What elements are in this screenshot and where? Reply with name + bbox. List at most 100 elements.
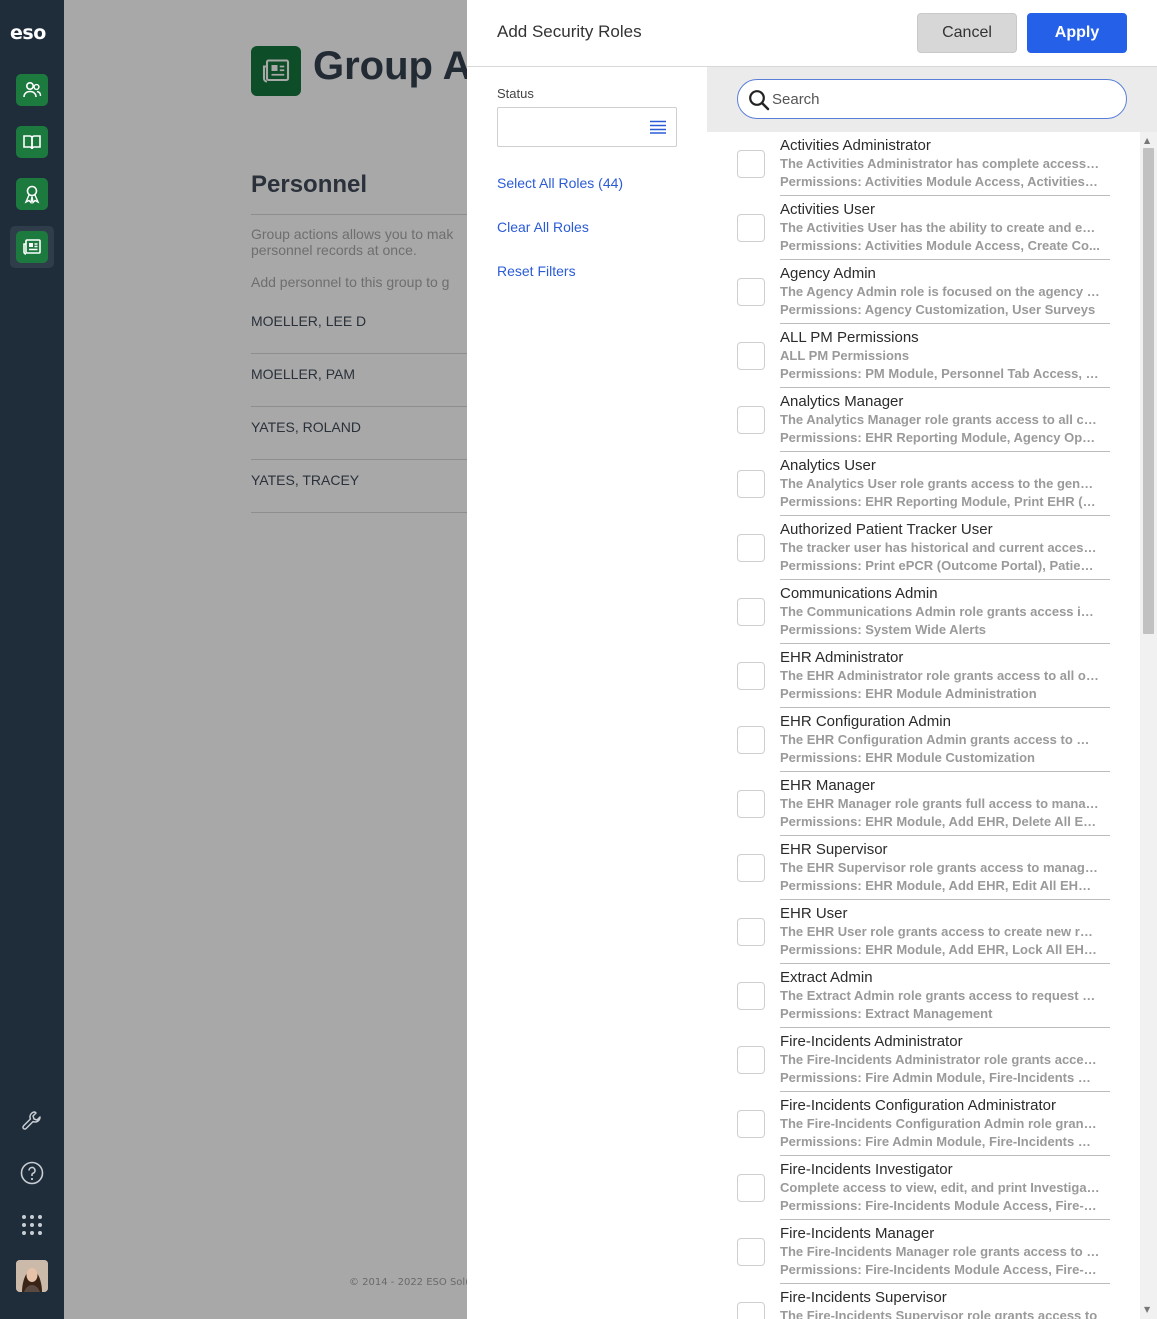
role-description: The Analytics User role grants access to…: [780, 476, 1100, 491]
role-checkbox[interactable]: [737, 726, 765, 754]
role-row[interactable]: Fire-Incidents Supervisor The Fire-Incide…: [707, 1284, 1140, 1319]
personnel-row[interactable]: MOELLER, PAM: [251, 354, 467, 407]
role-row[interactable]: Fire-Incidents Investigator Complete acce…: [707, 1156, 1140, 1220]
role-checkbox[interactable]: [737, 1302, 765, 1319]
role-row[interactable]: Analytics User The Analytics User role gr…: [707, 452, 1140, 516]
search-icon: [749, 90, 770, 111]
role-description: ALL PM Permissions: [780, 348, 910, 363]
role-description: The Fire-Incidents Administrator role gr…: [780, 1052, 1100, 1067]
role-name: Fire-Incidents Manager: [780, 1225, 935, 1242]
user-avatar[interactable]: [16, 1260, 48, 1292]
role-row[interactable]: Authorized Patient Tracker User The track…: [707, 516, 1140, 580]
role-name: Fire-Incidents Supervisor: [780, 1289, 947, 1306]
role-checkbox[interactable]: [737, 1110, 765, 1138]
role-row[interactable]: Agency Admin The Agency Admin role is foc…: [707, 260, 1140, 324]
status-select[interactable]: [497, 107, 677, 147]
role-checkbox[interactable]: [737, 214, 765, 242]
scroll-down-arrow-icon[interactable]: ▼: [1144, 1305, 1150, 1314]
personnel-row[interactable]: YATES, TRACEY: [251, 460, 467, 513]
role-checkbox[interactable]: [737, 982, 765, 1010]
role-checkbox[interactable]: [737, 534, 765, 562]
role-name: EHR User: [780, 905, 848, 922]
role-checkbox[interactable]: [737, 1238, 765, 1266]
role-checkbox[interactable]: [737, 150, 765, 178]
section-title: Personnel: [251, 171, 368, 198]
role-checkbox[interactable]: [737, 278, 765, 306]
role-name: Agency Admin: [780, 265, 876, 282]
roles-list: Activities Administrator The Activities A…: [707, 132, 1140, 1319]
scroll-up-arrow-icon[interactable]: ▲: [1144, 136, 1150, 145]
nav-help-button[interactable]: [16, 1157, 48, 1189]
clear-all-roles-link[interactable]: Clear All Roles: [497, 219, 589, 235]
role-name: Activities Administrator: [780, 137, 931, 154]
search-input[interactable]: [772, 88, 1112, 110]
role-permissions: Permissions: Extract Management: [780, 1006, 993, 1021]
select-all-roles-link[interactable]: Select All Roles (44): [497, 175, 623, 191]
nav-tools-button[interactable]: [16, 1105, 48, 1137]
role-permissions: Permissions: EHR Module Customization: [780, 750, 1035, 765]
role-description: The Activities Administrator has complet…: [780, 156, 1100, 171]
role-checkbox[interactable]: [737, 662, 765, 690]
role-checkbox[interactable]: [737, 790, 765, 818]
personnel-row[interactable]: MOELLER, LEE D: [251, 301, 467, 354]
role-row[interactable]: Activities Administrator The Activities A…: [707, 132, 1140, 196]
role-row[interactable]: Communications Admin The Communications A…: [707, 580, 1140, 644]
role-checkbox[interactable]: [737, 854, 765, 882]
roles-scrollbar[interactable]: ▲ ▼: [1140, 132, 1157, 1319]
role-permissions: Permissions: Fire-Incidents Module Acces…: [780, 1262, 1100, 1277]
search-box[interactable]: [737, 79, 1127, 119]
role-row[interactable]: Fire-Incidents Administrator The Fire-Inc…: [707, 1028, 1140, 1092]
role-row[interactable]: Extract Admin The Extract Admin role gran…: [707, 964, 1140, 1028]
book-icon: [23, 135, 41, 150]
panel-header: Add Security Roles Cancel Apply: [467, 0, 1157, 67]
role-permissions: Permissions: EHR Module Administration: [780, 686, 1037, 701]
role-permissions: Permissions: Activities Module Access, C…: [780, 238, 1100, 253]
nav-training-button[interactable]: [16, 126, 48, 158]
role-row[interactable]: EHR Supervisor The EHR Supervisor role gr…: [707, 836, 1140, 900]
role-checkbox[interactable]: [737, 918, 765, 946]
nav-personnel-button[interactable]: [16, 74, 48, 106]
role-description: Complete access to view, edit, and print…: [780, 1180, 1100, 1195]
role-description: The EHR Manager role grants full access …: [780, 796, 1100, 811]
role-row[interactable]: EHR Administrator The EHR Administrator r…: [707, 644, 1140, 708]
personnel-row[interactable]: YATES, ROLAND: [251, 407, 467, 460]
reset-filters-link[interactable]: Reset Filters: [497, 263, 576, 279]
help-icon: [20, 1161, 44, 1185]
role-checkbox[interactable]: [737, 470, 765, 498]
role-row[interactable]: Analytics Manager The Analytics Manager r…: [707, 388, 1140, 452]
role-name: Extract Admin: [780, 969, 873, 986]
scrollbar-thumb[interactable]: [1143, 148, 1154, 634]
panel-title: Add Security Roles: [497, 22, 642, 41]
role-row[interactable]: Fire-Incidents Manager The Fire-Incidents…: [707, 1220, 1140, 1284]
cancel-button[interactable]: Cancel: [917, 13, 1017, 53]
add-personnel-hint: Add personnel to this group to g: [251, 274, 450, 290]
role-checkbox[interactable]: [737, 342, 765, 370]
role-permissions: Permissions: EHR Reporting Module, Print…: [780, 494, 1100, 509]
list-menu-icon: [650, 120, 666, 134]
role-checkbox[interactable]: [737, 1174, 765, 1202]
role-row[interactable]: EHR User The EHR User role grants access …: [707, 900, 1140, 964]
role-name: EHR Manager: [780, 777, 876, 794]
role-checkbox[interactable]: [737, 598, 765, 626]
user-avatar-icon: [16, 1260, 48, 1292]
award-icon: [24, 185, 40, 204]
role-row[interactable]: Activities User The Activities User has t…: [707, 196, 1140, 260]
role-checkbox[interactable]: [737, 406, 765, 434]
role-row[interactable]: EHR Manager The EHR Manager role grants f…: [707, 772, 1140, 836]
role-row[interactable]: Fire-Incidents Configuration Administrat…: [707, 1092, 1140, 1156]
role-row[interactable]: ALL PM Permissions ALL PM Permissions Perm…: [707, 324, 1140, 388]
role-checkbox[interactable]: [737, 1046, 765, 1074]
eso-logo[interactable]: eso: [10, 22, 46, 44]
role-name: Analytics Manager: [780, 393, 904, 410]
background-page: Group A Personnel Group actions allows y…: [64, 0, 467, 1319]
role-description: The Agency Admin role is focused on the …: [780, 284, 1100, 299]
role-row[interactable]: EHR Configuration Admin The EHR Configura…: [707, 708, 1140, 772]
newspaper-icon: [23, 239, 41, 255]
role-permissions: Permissions: Fire-Incidents Module Acces…: [780, 1198, 1100, 1213]
nav-group-actions-button[interactable]: [16, 231, 48, 263]
role-name: EHR Supervisor: [780, 841, 888, 858]
role-description: The EHR User role grants access to creat…: [780, 924, 1100, 939]
apply-button[interactable]: Apply: [1027, 13, 1127, 53]
nav-certifications-button[interactable]: [16, 178, 48, 210]
nav-apps-button[interactable]: [16, 1209, 48, 1241]
